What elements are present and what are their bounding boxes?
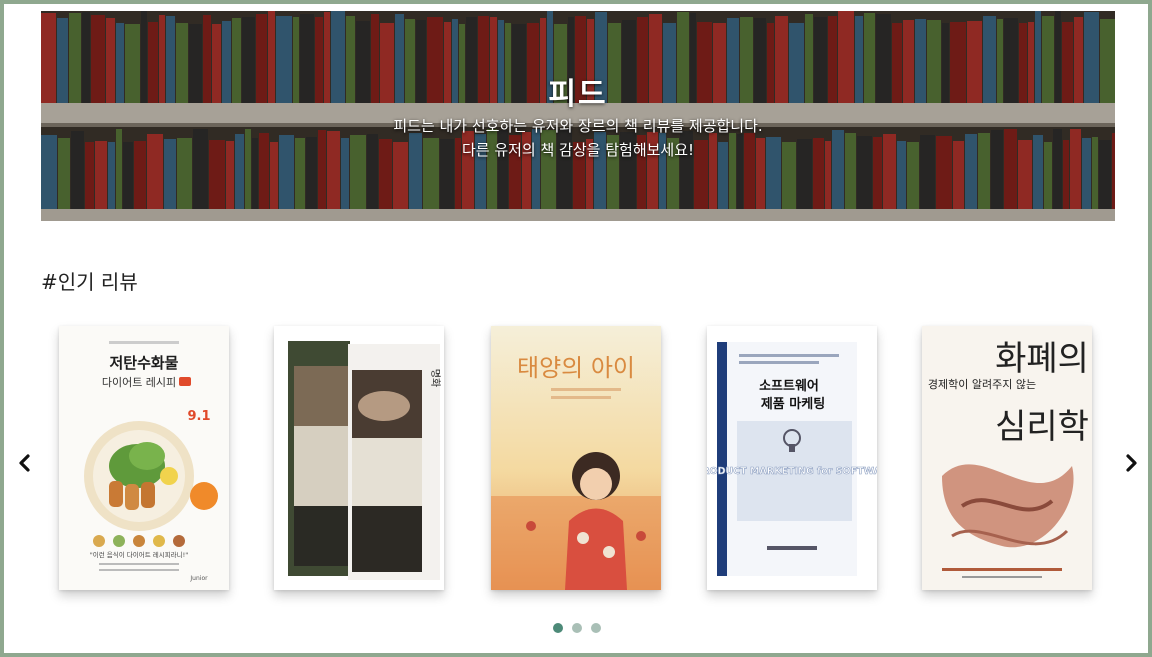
section-title-popular-reviews: #인기 리뷰 xyxy=(41,270,138,294)
carousel-next-button[interactable] xyxy=(1120,452,1142,474)
book-cover-image: 태양의 아이 xyxy=(491,326,661,590)
book-cover-image: 저탄수화물 다이어트 레시피 9.1 "이런 음식이 다이어트 레시피라니!" … xyxy=(59,326,229,590)
book-cover-subtitle: 다이어트 레시피 xyxy=(102,376,176,389)
book-cover-quote: "이런 음식이 다이어트 레시피라니!" xyxy=(90,550,189,559)
book-card[interactable]: 저탄수화물 다이어트 레시피 9.1 "이런 음식이 다이어트 레시피라니!" … xyxy=(59,326,229,590)
book-card[interactable]: 명화 xyxy=(274,326,444,590)
book-cover-subtitle: 심리학 xyxy=(995,407,1089,447)
book-cover-image: 화폐의 경제학이 알려주지 않는 심리학 xyxy=(922,326,1092,590)
book-cover-small: 경제학이 알려주지 않는 xyxy=(928,377,1036,391)
book-card[interactable]: 태양의 아이 xyxy=(491,326,661,590)
book-cover-image: 소프트웨어 제품 마케팅 PRODUCT MARKETING for SOFTW… xyxy=(707,326,877,590)
book-cover-badge: 9.1 xyxy=(187,409,210,424)
book-cover-subtitle: 제품 마케팅 xyxy=(761,396,825,412)
chevron-right-icon xyxy=(1126,454,1137,472)
book-cover-title: 저탄수화물 xyxy=(109,354,178,372)
carousel-prev-button[interactable] xyxy=(14,452,36,474)
book-card[interactable]: 화폐의 경제학이 알려주지 않는 심리학 xyxy=(922,326,1092,590)
page-title: 피드 xyxy=(548,77,608,112)
hero-banner: 피드 피드는 내가 선호하는 유저와 장르의 책 리뷰를 제공합니다. 다른 유… xyxy=(41,11,1115,221)
carousel-dot-2[interactable] xyxy=(572,623,582,633)
book-cover-title: 태양의 아이 xyxy=(517,354,635,382)
book-cover-image: 명화 xyxy=(274,326,444,590)
book-cover-publisher: Junior xyxy=(189,575,208,582)
book-cover-title: 명화 xyxy=(429,369,441,387)
book-cover-title: 화폐의 xyxy=(995,339,1089,379)
book-card[interactable]: 소프트웨어 제품 마케팅 PRODUCT MARKETING for SOFTW… xyxy=(707,326,877,590)
carousel-dot-3[interactable] xyxy=(591,623,601,633)
chevron-left-icon xyxy=(19,454,30,472)
hero-subtitle-line2: 다른 유저의 책 감상을 탐험해보세요! xyxy=(461,141,695,159)
carousel-dot-1[interactable] xyxy=(553,623,563,633)
book-cover-english-title: PRODUCT MARKETING for SOFTWARE xyxy=(707,466,877,477)
hero-subtitle-line1: 피드는 내가 선호하는 유저와 장르의 책 리뷰를 제공합니다. xyxy=(393,117,763,135)
page-frame: 피드 피드는 내가 선호하는 유저와 장르의 책 리뷰를 제공합니다. 다른 유… xyxy=(0,0,1152,657)
book-cover-title: 소프트웨어 xyxy=(759,378,819,394)
